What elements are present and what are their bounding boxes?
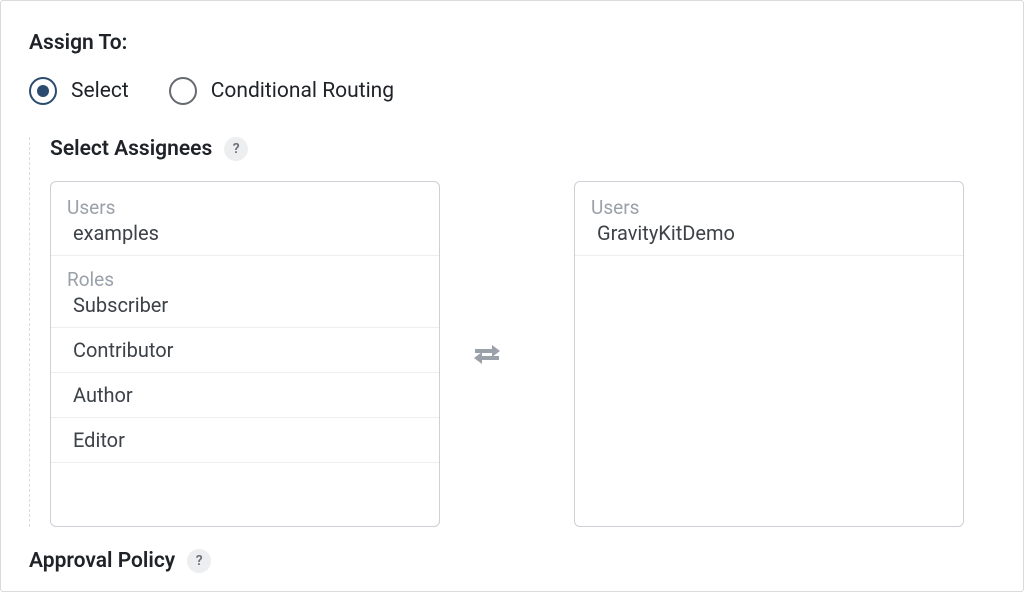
list-item[interactable]: Subscriber — [51, 293, 439, 328]
list-item[interactable]: Editor — [51, 418, 439, 463]
radio-conditional-label: Conditional Routing — [211, 79, 394, 103]
radio-select-label: Select — [71, 79, 129, 103]
selected-listbox[interactable]: Users GravityKitDemo — [574, 181, 964, 527]
list-item[interactable]: examples — [51, 221, 439, 256]
available-listbox[interactable]: Users examples Roles Subscriber Contribu… — [50, 181, 440, 527]
radio-conditional-routing[interactable]: Conditional Routing — [169, 77, 394, 105]
radio-conditional-indicator — [169, 77, 197, 105]
assign-radio-group: Select Conditional Routing — [29, 77, 995, 105]
select-assignees-section: Select Assignees ? Users examples Roles … — [29, 137, 995, 527]
list-item[interactable]: GravityKitDemo — [575, 221, 963, 256]
swap-icon[interactable] — [470, 337, 504, 371]
selected-users-header: Users — [575, 192, 963, 221]
assign-to-label: Assign To: — [29, 31, 995, 55]
select-assignees-header: Select Assignees ? — [50, 137, 995, 161]
list-item[interactable]: Contributor — [51, 328, 439, 373]
available-roles-header: Roles — [51, 256, 439, 293]
approval-policy-title: Approval Policy — [29, 549, 175, 573]
help-icon[interactable]: ? — [187, 549, 211, 573]
select-assignees-title: Select Assignees — [50, 137, 212, 161]
assignee-transfer: Users examples Roles Subscriber Contribu… — [50, 181, 995, 527]
radio-select[interactable]: Select — [29, 77, 129, 105]
radio-select-indicator — [29, 77, 57, 105]
assign-panel: Assign To: Select Conditional Routing Se… — [0, 0, 1024, 592]
approval-policy-header: Approval Policy ? — [29, 549, 995, 573]
available-users-header: Users — [51, 192, 439, 221]
list-item[interactable]: Author — [51, 373, 439, 418]
help-icon[interactable]: ? — [224, 137, 248, 161]
